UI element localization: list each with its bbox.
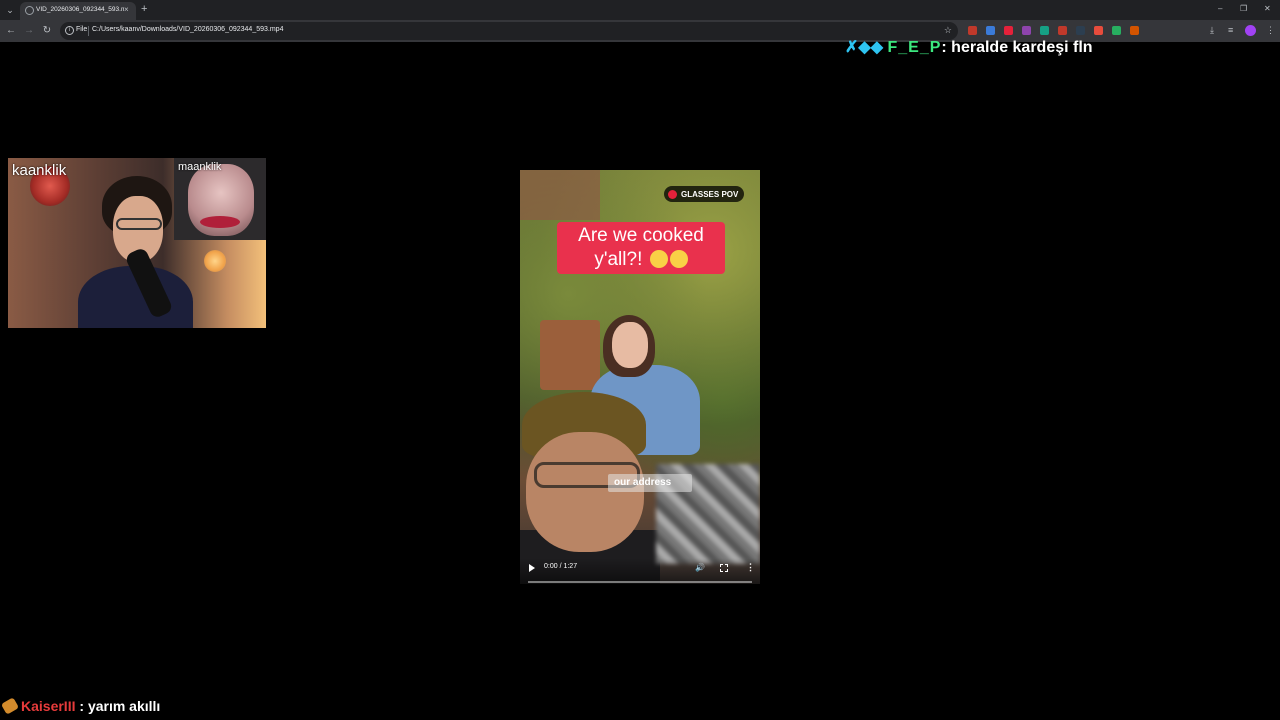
chat-text: yarım akıllı [87,698,161,714]
extension-icon[interactable] [1004,26,1013,35]
profile-avatar[interactable] [1245,25,1256,36]
chat-badge-icon [0,697,20,715]
minimize-button[interactable]: – [1218,3,1222,15]
more-options-icon[interactable]: ⋮ [746,562,755,572]
menu-kebab-icon[interactable]: ⋮ [1266,24,1275,36]
address-overlay: our address [608,474,692,492]
extension-icon[interactable] [1022,26,1031,35]
record-dot-icon [668,189,677,199]
tab-title: VID_20260306_092344_593.mp4 [36,6,124,13]
info-icon[interactable]: i [65,26,74,35]
streamer-glasses [116,218,162,230]
chat-username: KaiserIII [21,698,76,714]
extension-icon[interactable] [1058,26,1067,35]
address-bar[interactable]: i File C:/Users/kaanv/Downloads/VID_2026… [60,22,958,40]
grimace-emoji-icon [649,250,668,268]
tab-video[interactable]: VID_20260306_092344_593.mp4 × [20,2,136,20]
divider [88,26,89,36]
lamp-light [204,250,226,272]
bookmark-star-icon[interactable]: ☆ [944,25,952,36]
chat-badges-icon: ✗◆◆ [845,39,884,56]
chat-message-top: ✗◆◆ F_E_P: heralde kardeşi fln [845,37,1093,57]
chat-separator: : [941,39,947,56]
caption-line-2: y'all?! [561,248,721,272]
fullscreen-icon[interactable] [720,564,728,572]
tab-search-icon[interactable]: ⌄ [4,3,16,17]
chat-text: heralde kardeşi fln [951,39,1093,56]
play-icon[interactable] [529,564,535,572]
restore-button[interactable]: ❐ [1240,3,1247,15]
globe-icon [25,6,34,15]
progress-bar[interactable] [528,581,752,583]
extension-icon[interactable] [1076,26,1085,35]
pip-overlay: maanklik [174,158,266,240]
extension-icon[interactable] [986,26,995,35]
tab-strip: ⌄ VID_20260306_092344_593.mp4 × + – ❐ ✕ [0,0,1280,20]
pov-badge: GLASSES POV [664,186,745,202]
url-text[interactable]: C:/Users/kaanv/Downloads/VID_20260306_09… [92,26,283,33]
video-man-face [526,432,644,552]
chat-message-bottom: KaiserIII : yarım akıllı [0,697,161,715]
scheme-label: File [76,26,88,33]
caption-line-2-text: y'all?! [594,249,643,270]
pip-lips [200,216,240,228]
new-tab-button[interactable]: + [141,3,147,15]
back-button[interactable]: ← [4,24,18,38]
flushed-emoji-icon [669,250,688,268]
chat-separator: : [79,698,85,714]
tab-search-list-icon[interactable]: ≡ [1228,24,1233,36]
volume-icon[interactable]: 🔊 [695,563,705,572]
video-chair [540,320,600,390]
close-window-button[interactable]: ✕ [1264,3,1271,15]
streamer-webcam: kaanklik maanklik [8,158,266,328]
pov-badge-text: GLASSES POV [681,189,739,199]
extension-icon[interactable] [1112,26,1121,35]
video-woman-face [612,322,648,368]
pip-name: maanklik [178,161,222,173]
extension-icon[interactable] [1094,26,1103,35]
tab-close-icon[interactable]: × [124,5,129,15]
chat-username: F_E_P [887,39,942,56]
time-display: 0:00 / 1:27 [544,563,578,570]
video-brick-wall [520,170,600,220]
extension-icon[interactable] [1130,26,1139,35]
extension-icon[interactable] [1040,26,1049,35]
webcam-name: kaanklik [12,162,67,179]
download-icon[interactable]: ⤓ [1210,24,1214,36]
extension-icon[interactable] [968,26,977,35]
caption-line-1: Are we cooked [578,225,704,246]
video-caption: Are we cooked y'all?! [557,222,725,274]
forward-button[interactable]: → [22,24,36,38]
reload-button[interactable]: ↻ [40,24,54,38]
video-player[interactable]: our address GLASSES POV Are we cooked y'… [520,170,760,584]
